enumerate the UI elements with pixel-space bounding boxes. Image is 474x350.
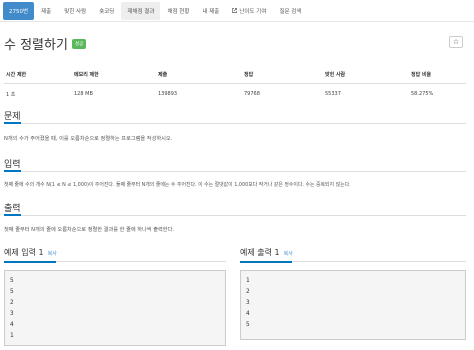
sample-input-heading: 예제 입력 1 복사 [4, 247, 57, 258]
header-solved-users: 맞힌 사람 [323, 66, 409, 84]
sample-heading-text: 예제 입력 1 [4, 248, 44, 257]
sample-line: 2 [10, 299, 14, 306]
sample-line: 5 [246, 321, 250, 328]
section-heading-input: 입력 [4, 157, 21, 172]
section-heading-text: 입력 [4, 160, 21, 170]
tab-my-submissions[interactable]: 내 제출 [196, 2, 225, 20]
favorite-button[interactable]: ☆ [449, 36, 463, 48]
problem-description: N개의 수가 주어졌을 때, 이를 오름차순으로 정렬하는 프로그램을 작성하시… [4, 136, 173, 142]
table-header-row: 시간 제한 메모리 제한 제출 정답 맞힌 사람 정답 비율 [4, 66, 466, 84]
problem-nav: 2750번 제출 맞힌 사람 숏코딩 재채점 결과 채점 현황 내 제출 난이도… [0, 0, 474, 22]
cell-accept-ratio: 58.275% [411, 91, 434, 97]
cell-time-limit: 1 초 [6, 91, 16, 98]
tab-status[interactable]: 채점 현황 [161, 2, 195, 20]
sample-line: 1 [10, 332, 14, 339]
header-accepted: 정답 [242, 66, 323, 84]
section-heading-text: 출력 [4, 204, 21, 214]
sample-line: 4 [10, 321, 14, 328]
tab-short-coding[interactable]: 숏코딩 [93, 2, 120, 20]
sample-line: 5 [10, 288, 14, 295]
output-description: 첫째 줄부터 N개의 줄에 오름차순으로 정렬한 결과를 한 줄에 하나씩 출력… [4, 227, 174, 233]
input-description: 첫째 줄에 수의 개수 N(1 ≤ N ≤ 1,000)이 주어진다. 둘째 줄… [4, 182, 351, 188]
status-badge: 성공 [71, 38, 87, 49]
star-icon: ☆ [452, 38, 460, 46]
sample-output-heading: 예제 출력 1 복사 [240, 247, 293, 258]
tab-label: 내 제출 [202, 8, 220, 15]
section-divider [56, 261, 226, 262]
cell-memory-limit: 128 MB [74, 91, 93, 97]
sample-line: 1 [246, 277, 250, 284]
header-memory-limit: 메모리 제한 [72, 66, 156, 84]
tab-question-search[interactable]: 질문 검색 [273, 2, 307, 20]
tab-label: 난이도 기여 [239, 8, 267, 15]
tab-submit[interactable]: 제출 [35, 2, 57, 20]
sample-line: 5 [10, 277, 14, 284]
sample-output-box[interactable]: 1 2 3 4 5 [240, 270, 466, 340]
sample-line: 3 [10, 310, 14, 317]
external-link-icon [232, 8, 238, 13]
section-heading-text: 문제 [4, 112, 21, 122]
section-heading-problem: 문제 [4, 109, 21, 124]
problem-info-table: 시간 제한 메모리 제한 제출 정답 맞힌 사람 정답 비율 1 초 128 M… [4, 66, 466, 104]
section-divider [292, 261, 466, 262]
tab-label: 2750번 [9, 8, 29, 15]
tab-difficulty-contribution[interactable]: 난이도 기여 [226, 2, 272, 20]
cell-accepted: 79768 [244, 91, 260, 97]
heading-underline [4, 170, 21, 172]
page-title: 수 정렬하기 [4, 38, 68, 53]
tab-label: 채점 현황 [167, 8, 190, 15]
header-time-limit: 시간 제한 [4, 66, 72, 84]
sample-line: 2 [246, 288, 250, 295]
sample-line: 4 [246, 310, 250, 317]
title-row: 수 정렬하기 성공 [4, 34, 87, 53]
section-divider [21, 215, 466, 216]
heading-underline [4, 261, 56, 263]
heading-underline [240, 261, 292, 263]
sample-line: 3 [246, 299, 250, 306]
header-submissions: 제출 [156, 66, 242, 84]
section-heading-output: 출력 [4, 201, 21, 216]
tab-solved-users[interactable]: 맞힌 사람 [58, 2, 92, 20]
cell-submissions: 139893 [158, 91, 178, 97]
header-accept-ratio: 정답 비율 [409, 66, 466, 84]
tab-label: 재채점 결과 [127, 8, 155, 15]
sample-input-box[interactable]: 5 5 2 3 4 1 [4, 270, 226, 346]
section-divider [21, 171, 466, 172]
copy-sample-output-button[interactable]: 복사 [284, 250, 293, 257]
tab-label: 숏코딩 [99, 8, 115, 15]
tab-problem-number[interactable]: 2750번 [3, 1, 35, 20]
sample-heading-text: 예제 출력 1 [240, 248, 280, 257]
tab-label: 맞힌 사람 [64, 8, 87, 15]
copy-sample-input-button[interactable]: 복사 [48, 250, 57, 257]
heading-underline [4, 214, 21, 216]
cell-solved-users: 55337 [325, 91, 341, 97]
heading-underline [4, 122, 21, 124]
section-divider [21, 123, 466, 124]
tab-rejudge-results[interactable]: 재채점 결과 [121, 1, 161, 20]
tab-label: 질문 검색 [279, 8, 302, 15]
tab-label: 제출 [41, 8, 52, 15]
table-row: 1 초 128 MB 139893 79768 55337 58.275% [4, 84, 466, 105]
